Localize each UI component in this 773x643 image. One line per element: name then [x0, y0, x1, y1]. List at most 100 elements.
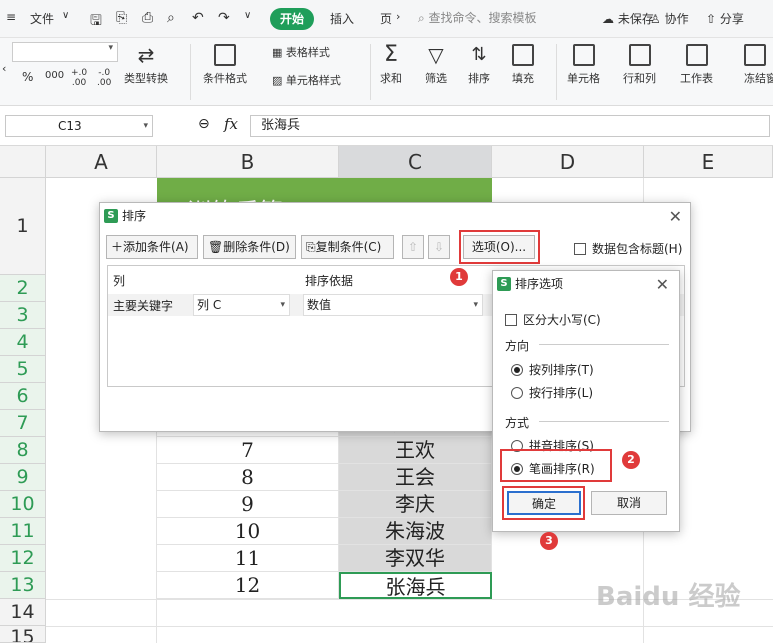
command-search[interactable]: ⌕ 查找命令、搜索模板	[418, 9, 583, 29]
row-header-3[interactable]: 3	[0, 302, 46, 329]
sum-button[interactable]: Σ 求和	[380, 44, 402, 86]
fill-button[interactable]: 填充	[512, 44, 534, 86]
divider	[370, 44, 371, 100]
col-header-e[interactable]: E	[644, 146, 773, 178]
freeze-button[interactable]: 冻结窗	[744, 44, 773, 86]
row-header-8[interactable]: 8	[0, 437, 46, 464]
file-menu[interactable]: 文件	[30, 10, 54, 27]
by-row-radio[interactable]: 按行排序(L)	[511, 384, 593, 401]
export-icon[interactable]: ⎘	[116, 10, 127, 26]
formula-input[interactable]: 张海兵	[250, 115, 770, 137]
col-header-d[interactable]: D	[492, 146, 644, 178]
chevron-right-icon[interactable]: ›	[396, 10, 400, 23]
print-icon[interactable]: ⎙	[142, 10, 153, 26]
cell-b10[interactable]: 9	[157, 491, 339, 518]
copy-condition-button[interactable]: ⎘复制条件(C)	[301, 235, 394, 259]
save-icon[interactable]: 🖫	[90, 10, 102, 34]
case-sensitive-checkbox[interactable]: 区分大小写(C)	[505, 311, 601, 328]
cell-c13-active[interactable]: 张海兵	[339, 572, 492, 599]
fx-icon[interactable]: fx	[224, 115, 238, 133]
chevron-down-icon[interactable]: ∨	[244, 10, 251, 21]
search-placeholder: 查找命令、搜索模板	[428, 11, 537, 25]
tab-page[interactable]: 页	[380, 10, 392, 27]
cell-label: 单元格	[567, 72, 600, 85]
col-header-a[interactable]: A	[46, 146, 157, 178]
share-icon: ⇧	[706, 12, 720, 26]
collab-button[interactable]: ♙ 协作	[650, 10, 689, 27]
arrow-down-icon: ⇩	[433, 240, 445, 254]
cell-c12[interactable]: 李双华	[339, 545, 492, 572]
cell-b12[interactable]: 11	[157, 545, 339, 572]
menu-icon[interactable]: ≡	[6, 10, 16, 24]
add-condition-button[interactable]: ＋添加条件(A)	[106, 235, 198, 259]
close-icon[interactable]: ✕	[656, 275, 669, 294]
move-up-button[interactable]: ⇧	[402, 235, 424, 259]
col-header-b[interactable]: B	[157, 146, 339, 178]
sort-options-dialog: S 排序选项 ✕ 区分大小写(C) 方向 按列排序(T) 按行排序(L) 方式 拼…	[492, 270, 680, 532]
cell-c8[interactable]: 王欢	[339, 437, 492, 464]
tab-start[interactable]: 开始	[270, 8, 314, 30]
table-icon: ▦	[272, 46, 286, 59]
thousands-icon[interactable]: 000	[45, 70, 64, 81]
tab-insert[interactable]: 插入	[330, 10, 354, 27]
move-down-button[interactable]: ⇩	[428, 235, 450, 259]
decrease-decimal-icon[interactable]: -.0.00	[97, 68, 111, 88]
cell-b9[interactable]: 8	[157, 464, 339, 491]
cell-style-button[interactable]: ▨ 单元格样式	[272, 72, 341, 88]
unsaved-status[interactable]: ☁ 未保存	[602, 10, 654, 27]
row-header-11[interactable]: 11	[0, 518, 46, 545]
row-header-1[interactable]: 1	[0, 178, 46, 275]
row-header-10[interactable]: 10	[0, 491, 46, 518]
rowcol-button[interactable]: 行和列	[623, 44, 656, 86]
row-header-6[interactable]: 6	[0, 383, 46, 410]
step-badge-2: 2	[622, 451, 640, 469]
close-icon[interactable]: ✕	[669, 207, 682, 226]
cancel-button[interactable]: 取消	[591, 491, 667, 515]
table-style-button[interactable]: ▦ 表格样式	[272, 44, 330, 60]
key-select[interactable]: 列 C ▾	[193, 294, 290, 316]
grid-icon	[214, 44, 236, 66]
row-header-14[interactable]: 14	[0, 599, 46, 626]
options-dialog-title-text: 排序选项	[515, 277, 564, 291]
has-header-checkbox[interactable]: 数据包含标题(H)	[574, 240, 682, 257]
share-button[interactable]: ⇧ 分享	[706, 10, 744, 27]
by-column-radio[interactable]: 按列排序(T)	[511, 361, 594, 378]
cell-style-label: 单元格样式	[285, 74, 341, 87]
row-header-5[interactable]: 5	[0, 356, 46, 383]
cell-b8[interactable]: 7	[157, 437, 339, 464]
cell-b11[interactable]: 10	[157, 518, 339, 545]
delete-condition-button[interactable]: 🗑删除条件(D)	[203, 235, 296, 259]
row-header-13[interactable]: 13	[0, 572, 46, 599]
percent-icon[interactable]: %	[22, 70, 33, 84]
ribbon-scroll-left[interactable]: ‹	[2, 62, 6, 75]
name-box[interactable]: C13 ▾	[5, 115, 153, 137]
preview-icon[interactable]: ⌕	[167, 10, 175, 26]
row-header-2[interactable]: 2	[0, 275, 46, 302]
row-header-4[interactable]: 4	[0, 329, 46, 356]
type-convert-button[interactable]: ⇄ 类型转换	[124, 44, 168, 86]
row-header-9[interactable]: 9	[0, 464, 46, 491]
sort-button[interactable]: ⇅ 排序	[468, 44, 490, 86]
cell-c10[interactable]: 李庆	[339, 491, 492, 518]
cell-b13[interactable]: 12	[157, 572, 339, 599]
undo-icon[interactable]: ↶	[192, 10, 204, 26]
select-all-corner[interactable]	[0, 146, 46, 178]
number-format-select[interactable]: ▾	[12, 42, 118, 62]
increase-decimal-icon[interactable]: +.0.00	[71, 68, 87, 88]
filter-button[interactable]: ▽ 筛选	[425, 44, 447, 86]
redo-icon[interactable]: ↷	[218, 10, 230, 26]
row-header-7[interactable]: 7	[0, 410, 46, 437]
col-header-c[interactable]: C	[339, 146, 492, 178]
sum-label: 求和	[380, 72, 402, 85]
cond-format-button[interactable]: 条件格式	[203, 44, 247, 86]
row-header-12[interactable]: 12	[0, 545, 46, 572]
basis-select[interactable]: 数值 ▾	[303, 294, 483, 316]
cell-button[interactable]: 单元格	[567, 44, 600, 86]
sheet-button[interactable]: 工作表	[680, 44, 713, 86]
row-header-15[interactable]: 15	[0, 626, 46, 643]
cell-c11[interactable]: 朱海波	[339, 518, 492, 545]
cell-c9[interactable]: 王会	[339, 464, 492, 491]
chevron-down-icon[interactable]: ∨	[62, 10, 69, 21]
zoom-icon[interactable]: ⊖	[198, 116, 210, 132]
sheet-label: 工作表	[680, 72, 713, 85]
